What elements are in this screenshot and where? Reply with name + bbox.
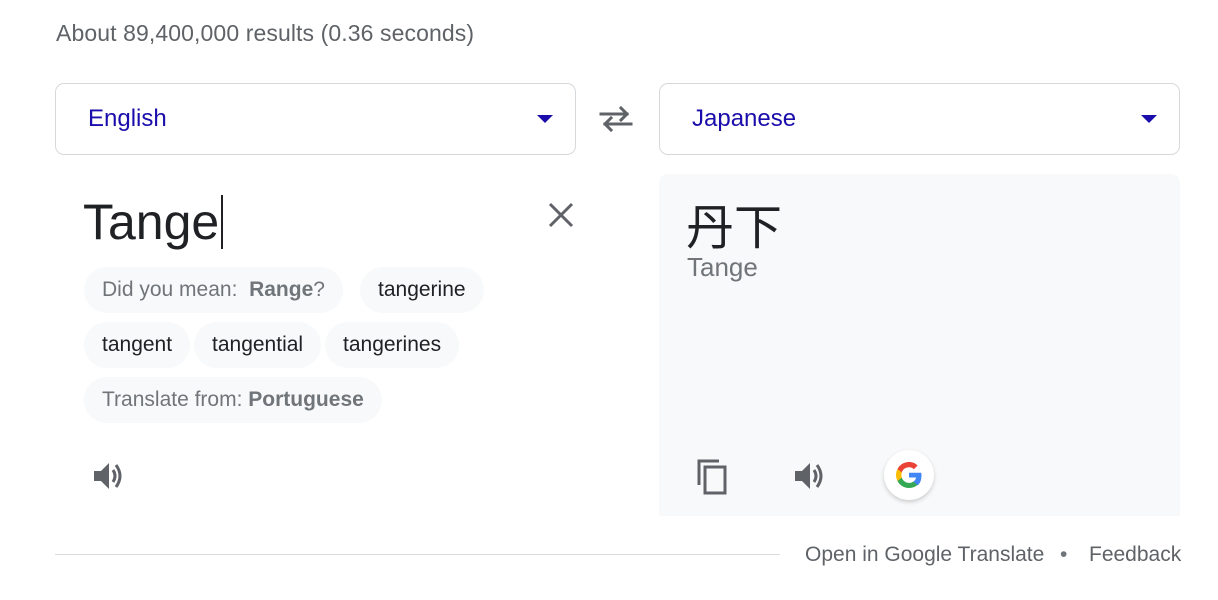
chevron-down-icon <box>537 115 553 123</box>
translate-from-prefix: Translate from: <box>102 388 243 411</box>
suggestion-chip-tangerine[interactable]: tangerine <box>360 267 484 313</box>
transliteration-text: Tange <box>687 252 758 282</box>
close-icon <box>548 202 574 228</box>
source-language-select[interactable]: English <box>55 83 576 155</box>
feedback-link[interactable]: Feedback <box>1089 543 1181 567</box>
swap-languages-button[interactable] <box>597 102 635 136</box>
footer-divider <box>55 554 780 555</box>
footer-separator: • <box>1060 543 1068 566</box>
did-you-mean-word: Range <box>249 278 314 301</box>
source-listen-button[interactable] <box>84 452 132 500</box>
speaker-icon <box>795 463 823 489</box>
google-search-button[interactable] <box>884 450 934 500</box>
did-you-mean-prefix: Did you mean: <box>102 278 238 301</box>
did-you-mean-suffix: ? <box>313 278 325 301</box>
target-listen-button[interactable] <box>785 452 833 500</box>
copy-icon <box>697 459 727 495</box>
source-text: Tange <box>83 194 220 250</box>
suggestion-chip-tangent[interactable]: tangent <box>84 322 191 368</box>
translate-from-chip[interactable]: Translate from: Portuguese <box>84 377 382 423</box>
speaker-icon <box>94 463 122 489</box>
clear-source-button[interactable] <box>540 194 582 236</box>
results-stats: About 89,400,000 results (0.36 seconds) <box>56 20 475 46</box>
translate-widget: About 89,400,000 results (0.36 seconds) … <box>0 0 1218 600</box>
chevron-down-icon <box>1141 115 1157 123</box>
source-language-label: English <box>88 105 167 132</box>
suggestion-chip-tangential[interactable]: tangential <box>194 322 322 368</box>
did-you-mean-chip[interactable]: Did you mean: Range? <box>84 267 343 313</box>
suggestion-chip-tangerines[interactable]: tangerines <box>325 322 460 368</box>
target-language-select[interactable]: Japanese <box>659 83 1180 155</box>
source-text-input[interactable]: Tange <box>83 190 224 254</box>
target-language-label: Japanese <box>692 105 797 132</box>
translated-text: 丹下 <box>686 200 783 256</box>
text-cursor <box>221 195 224 249</box>
translate-from-language: Portuguese <box>248 388 364 411</box>
swap-icon <box>599 106 633 132</box>
copy-translation-button[interactable] <box>688 452 736 500</box>
open-in-google-translate-link[interactable]: Open in Google Translate <box>805 543 1044 567</box>
google-logo-icon <box>896 462 922 488</box>
